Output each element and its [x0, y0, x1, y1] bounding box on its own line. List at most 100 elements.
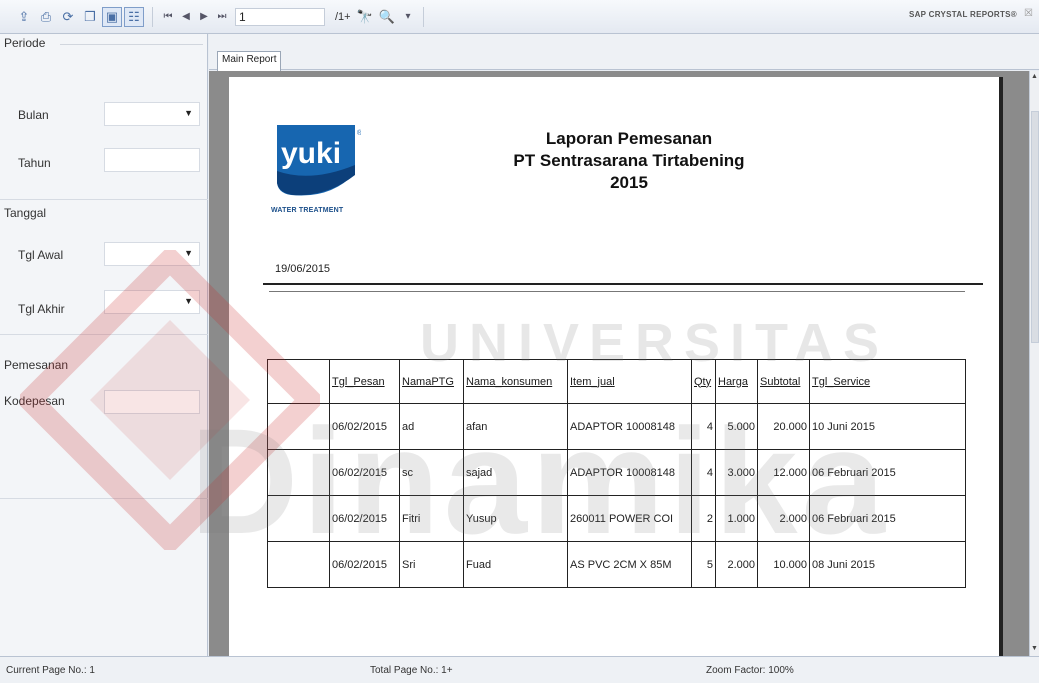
table-cell: 06/02/2015 — [329, 495, 400, 542]
page-number-input[interactable]: 1 — [235, 7, 325, 26]
table-cell: 1.000 — [715, 495, 758, 542]
table-cell: 10.000 — [757, 541, 810, 588]
current-page-status: Current Page No.: 1 — [6, 665, 95, 676]
table-cell: 06/02/2015 — [329, 541, 400, 588]
table-cell: 06/02/2015 — [329, 403, 400, 450]
bulan-select[interactable]: ▼ — [104, 102, 200, 126]
parameter-panel-icon[interactable]: ▣ — [102, 6, 122, 27]
table-cell: Fuad — [463, 541, 568, 588]
table-cell: 260011 POWER COI — [567, 495, 692, 542]
report-title: Laporan Pemesanan — [545, 129, 713, 148]
report-table: Tgl_Pesan NamaPTG Nama_konsumen Item_jua… — [267, 359, 966, 588]
column-header: Subtotal — [757, 359, 810, 404]
logo-subtitle: WATER TREATMENT — [271, 207, 344, 214]
table-cell: 2.000 — [757, 495, 810, 542]
table-cell: 5.000 — [715, 403, 758, 450]
table-cell: 4 — [691, 449, 716, 496]
table-row: 06/02/2015 Fitri Yusup 260011 POWER COI … — [267, 495, 966, 542]
table-cell: AS PVC 2CM X 85M — [567, 541, 692, 588]
next-page-icon[interactable]: ▶ — [195, 7, 213, 27]
table-row: 06/02/2015 Sri Fuad AS PVC 2CM X 85M 5 2… — [267, 541, 966, 588]
vertical-scrollbar[interactable]: ▲ ▼ — [1029, 71, 1039, 656]
table-cell: 5 — [691, 541, 716, 588]
table-cell-blank — [267, 403, 330, 450]
last-page-icon[interactable]: ⏭ — [213, 7, 231, 27]
table-cell: Sri — [399, 541, 464, 588]
tgl-akhir-select[interactable]: ▼ — [104, 290, 200, 314]
table-cell-blank — [267, 449, 330, 496]
report-rule — [263, 283, 983, 285]
zoom-icon[interactable]: 🔍 — [377, 7, 397, 27]
find-icon[interactable]: 🔭 — [355, 7, 375, 27]
scroll-down-icon[interactable]: ▼ — [1031, 645, 1038, 652]
table-cell: Fitri — [399, 495, 464, 542]
column-header: Tgl_Service — [809, 359, 966, 404]
panel-divider — [0, 334, 208, 335]
copy-icon[interactable]: ❐ — [80, 7, 100, 27]
group-label-tanggal: Tanggal — [4, 206, 47, 220]
table-row: 06/02/2015 sc sajad ADAPTOR 10008148 4 3… — [267, 449, 966, 496]
kodepesan-input[interactable] — [104, 390, 200, 414]
dropdown-arrow-icon: ▼ — [184, 296, 193, 306]
export-icon[interactable]: ⇪ — [14, 7, 34, 27]
report-company: PT Sentrasarana Tirtabening — [513, 151, 745, 170]
logo-text: yuki — [281, 137, 341, 170]
table-cell: 2 — [691, 495, 716, 542]
table-cell: 06 Februari 2015 — [809, 449, 966, 496]
tab-main-report[interactable]: Main Report — [217, 51, 282, 71]
report-viewer[interactable]: yuki ® WATER TREATMENT Laporan Pemesanan… — [209, 71, 1029, 656]
first-page-icon[interactable]: ⏮ — [159, 7, 177, 27]
tahun-input[interactable] — [104, 148, 200, 172]
column-header: NamaPTG — [399, 359, 464, 404]
column-header: Harga — [715, 359, 758, 404]
table-cell-blank — [267, 541, 330, 588]
tgl-awal-select[interactable]: ▼ — [104, 242, 200, 266]
table-cell: afan — [463, 403, 568, 450]
print-icon[interactable]: ⎙ — [36, 7, 56, 27]
zoom-dropdown-icon[interactable]: ▾ — [399, 7, 417, 27]
column-header: Qty — [691, 359, 716, 404]
table-cell: 06/02/2015 — [329, 449, 400, 496]
table-cell: 12.000 — [757, 449, 810, 496]
previous-page-icon[interactable]: ◀ — [177, 7, 195, 27]
table-cell: 4 — [691, 403, 716, 450]
report-rule — [269, 291, 965, 292]
zoom-status: Zoom Factor: 100% — [706, 665, 794, 676]
report-year: 2015 — [610, 173, 648, 192]
page-of-label: /1+ — [335, 10, 351, 23]
brand-label: SAP CRYSTAL REPORTS® — [908, 10, 1017, 19]
total-page-status: Total Page No.: 1+ — [370, 665, 453, 676]
table-cell: ad — [399, 403, 464, 450]
close-panel-icon[interactable]: ☒ — [1024, 8, 1033, 19]
toolbar: ⇪ ⎙ ⟳ ❐ ▣ ☷ ⏮ ◀ ▶ ⏭ 1 /1+ 🔭 🔍 ▾ SAP CRYS… — [0, 0, 1039, 34]
tab-bar: Main Report — [209, 34, 1039, 71]
bulan-label: Bulan — [18, 108, 49, 122]
report-page: yuki ® WATER TREATMENT Laporan Pemesanan… — [229, 77, 1003, 656]
column-header: Item_jual — [567, 359, 692, 404]
table-cell: 10 Juni 2015 — [809, 403, 966, 450]
report-date: 19/06/2015 — [275, 263, 331, 275]
table-cell: 06 Februari 2015 — [809, 495, 966, 542]
group-label-periode: Periode — [4, 36, 46, 50]
scroll-up-icon[interactable]: ▲ — [1031, 73, 1038, 80]
parameter-panel: Periode Bulan ▼ Tahun Tanggal Tgl Awal ▼… — [0, 34, 208, 656]
panel-divider — [0, 498, 208, 499]
scroll-thumb[interactable] — [1031, 111, 1039, 343]
table-cell: 2.000 — [715, 541, 758, 588]
panel-divider — [0, 199, 208, 200]
table-cell-blank — [267, 495, 330, 542]
table-cell: sajad — [463, 449, 568, 496]
refresh-icon[interactable]: ⟳ — [58, 7, 78, 27]
column-header: Tgl_Pesan — [329, 359, 400, 404]
dropdown-arrow-icon: ▼ — [184, 248, 193, 258]
tahun-label: Tahun — [18, 156, 51, 170]
table-cell: 20.000 — [757, 403, 810, 450]
group-tree-icon[interactable]: ☷ — [124, 6, 144, 27]
toolbar-separator — [423, 6, 424, 27]
kodepesan-label: Kodepesan — [4, 394, 65, 408]
table-row: 06/02/2015 ad afan ADAPTOR 10008148 4 5.… — [267, 403, 966, 450]
table-cell: ADAPTOR 10008148 — [567, 403, 692, 450]
toolbar-separator — [152, 6, 153, 27]
tgl-awal-label: Tgl Awal — [18, 248, 64, 262]
group-label-pemesanan: Pemesanan — [4, 358, 69, 372]
